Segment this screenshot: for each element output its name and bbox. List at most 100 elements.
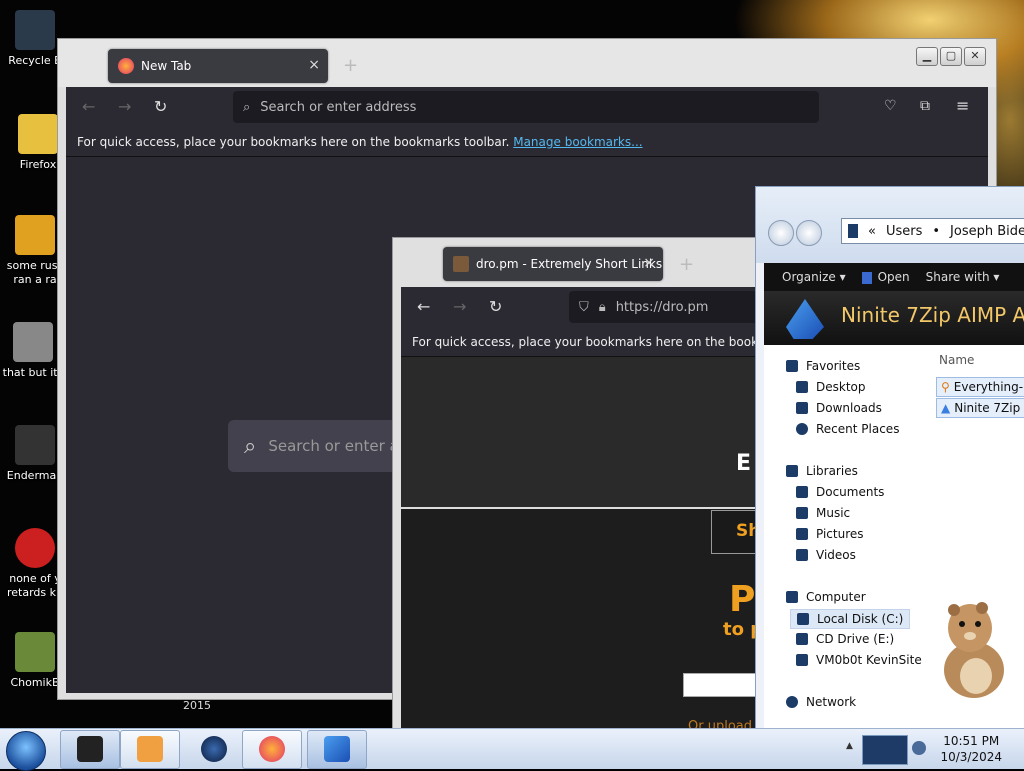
file-icon [15,425,55,465]
nav-cd-drive[interactable]: CD Drive (E:) [796,632,894,646]
pictures-icon [796,528,808,540]
back-button[interactable] [768,220,794,246]
navigation-toolbar: ← → ↻ ⌕ Search or enter address ♡ ⧉ ≡ [66,87,988,127]
window-controls: ▁ ▢ ✕ [916,47,986,66]
ninite-logo-icon [786,299,824,339]
computer-icon [786,591,798,603]
maximize-button[interactable]: ▢ [940,47,962,66]
start-button[interactable] [6,731,46,771]
forward-button[interactable]: → [118,97,131,116]
reload-button[interactable]: ↻ [489,297,502,316]
bookmarks-toolbar: For quick access, place your bookmarks h… [66,127,988,157]
tab-strip: New Tab × + ▁ ▢ ✕ [58,39,996,87]
tab-dropm[interactable]: dro.pm - Extremely Short Links × [443,247,663,281]
search-icon: ⌕ [244,433,257,459]
media-player-icon [137,736,163,762]
new-tab-button[interactable]: + [679,254,694,275]
taskbar-button-firefox[interactable] [242,730,302,769]
page-header-band: E [401,357,813,509]
forward-button[interactable] [796,220,822,246]
page-heading-fragment: E [736,451,752,476]
close-window-button[interactable]: ✕ [964,47,986,66]
taskbar-button-globe[interactable] [184,730,244,769]
desktop-label: 2015 [183,699,211,712]
file-icon [15,528,55,568]
navigation-toolbar: ← → ↻ ⛉ 🔒︎ https://dro.pm [401,287,813,327]
column-header-name[interactable]: Name [939,353,974,367]
terminal-icon [77,736,103,762]
back-button[interactable]: ← [417,297,430,316]
address-url: https://dro.pm [615,299,709,315]
file-icon [13,322,53,362]
close-tab-icon[interactable]: × [308,57,320,73]
tray-arrow-icon[interactable]: ▲ [846,741,853,751]
nav-pictures[interactable]: Pictures [796,527,864,541]
nav-videos[interactable]: Videos [796,548,856,562]
nav-libraries[interactable]: Libraries [786,464,858,478]
nav-recent-places[interactable]: Recent Places [796,422,899,436]
explorer-address-bar[interactable]: « Users • Joseph Bide [841,218,1024,244]
file-item[interactable]: ▲ Ninite 7Zip A [936,398,1024,418]
nav-desktop[interactable]: Desktop [796,380,866,394]
ninite-icon [324,736,350,762]
open-button[interactable]: Open [861,270,910,284]
breadcrumb-user[interactable]: Joseph Bide [950,224,1024,239]
nav-downloads[interactable]: Downloads [796,401,882,415]
bookmarks-hint: For quick access, place your bookmarks h… [77,135,514,149]
organize-button[interactable]: Organize ▾ [782,270,846,284]
folder-icon [848,224,858,238]
nav-music[interactable]: Music [796,506,850,520]
documents-icon [796,486,808,498]
breadcrumb-users[interactable]: Users [886,224,922,239]
dropm-page: E Sh P to p Or upload [401,357,813,728]
tab-title: New Tab [141,59,192,73]
close-tab-icon[interactable]: × [643,255,655,271]
drive-icon [797,613,809,625]
menu-icon[interactable]: ≡ [956,96,969,115]
extensions-icon[interactable]: ⧉ [920,98,930,114]
system-tray: ▲ 10:51 PM 10/3/2024 [840,729,1024,769]
desktop: Recycle B Firefox some russ ran a ra tha… [0,0,1024,728]
tab-new-tab[interactable]: New Tab × [108,49,328,83]
taskbar-button-ninite[interactable] [307,730,367,769]
network-tray-icon[interactable] [862,735,908,765]
upload-text-fragment: Or upload [688,719,752,728]
address-bar[interactable]: ⌕ Search or enter address [233,91,819,123]
recycle-bin-icon [15,10,55,50]
cd-drive-icon [796,633,808,645]
forward-button[interactable]: → [453,297,466,316]
recent-places-icon [796,423,808,435]
dropm-favicon-icon [453,256,469,272]
lock-icon: 🔒︎ [598,299,606,315]
manage-bookmarks-link[interactable]: Manage bookmarks... [513,135,642,149]
file-item[interactable]: ⚲ Everything-1 [936,377,1024,397]
nav-network-drive[interactable]: VM0b0t KevinSite [796,653,922,667]
firefox-icon [259,736,285,762]
back-button[interactable]: ← [82,97,95,116]
desktop-icon [796,381,808,393]
explorer-content: Favorites Desktop Downloads Recent Place… [764,345,1024,728]
banner-title: Ninite 7Zip AIMP Au [841,303,1024,327]
nav-computer[interactable]: Computer [786,590,866,604]
firefox-window-dropm: dro.pm - Extremely Short Links × + ← → ↻… [392,237,814,728]
pocket-icon[interactable]: ♡ [884,98,897,114]
volume-tray-icon[interactable] [912,741,926,755]
network-drive-icon [796,654,808,666]
nav-documents[interactable]: Documents [796,485,884,499]
nav-favorites[interactable]: Favorites [786,359,860,373]
nav-local-disk[interactable]: Local Disk (C:) [790,609,911,629]
taskbar: ▲ 10:51 PM 10/3/2024 [0,728,1024,771]
taskbar-button-terminal[interactable] [60,730,120,769]
clock[interactable]: 10:51 PM 10/3/2024 [940,733,1002,765]
minimize-button[interactable]: ▁ [916,47,938,66]
taskbar-button-media-player[interactable] [120,730,180,769]
nav-network[interactable]: Network [786,695,856,709]
bookmarks-toolbar: For quick access, place your bookmarks h… [401,327,813,357]
page-title-fragment: P [729,579,756,620]
new-tab-button[interactable]: + [343,55,358,76]
shield-icon: ⛉ [579,299,589,315]
reload-button[interactable]: ↻ [154,97,167,116]
share-with-button[interactable]: Share with ▾ [926,270,1000,284]
open-icon [861,271,872,284]
firefox-icon [118,58,134,74]
